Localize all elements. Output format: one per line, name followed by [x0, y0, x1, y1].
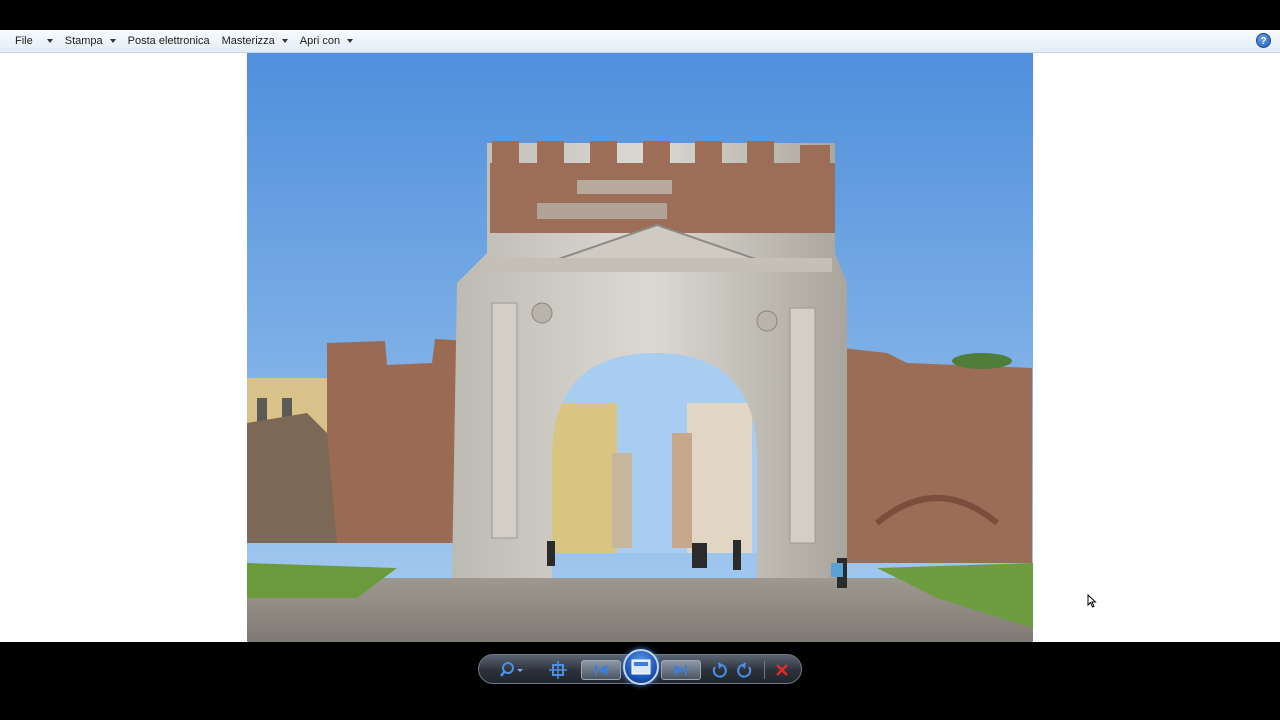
- rotate-clockwise-button[interactable]: [734, 659, 756, 681]
- email-button-label: Posta elettronica: [127, 35, 210, 47]
- fit-window-icon: [549, 661, 567, 679]
- rotate-counterclockwise-button[interactable]: [708, 659, 730, 681]
- zoom-button[interactable]: [499, 659, 525, 681]
- chevron-down-icon: [281, 39, 288, 43]
- mouse-pointer-icon: [1087, 593, 1097, 613]
- help-icon[interactable]: ?: [1256, 33, 1271, 48]
- arch-photo-illustration: [247, 53, 1033, 642]
- previous-button[interactable]: [581, 660, 621, 680]
- email-button[interactable]: Posta elettronica: [122, 30, 216, 52]
- viewer-control-bar: [0, 642, 1280, 720]
- burn-menu-label: Masterizza: [221, 35, 275, 47]
- chevron-down-icon: [347, 39, 354, 43]
- delete-x-icon: [776, 664, 788, 676]
- open-with-menu[interactable]: Apri con: [294, 30, 359, 52]
- chevron-down-icon: [109, 39, 116, 43]
- open-with-menu-label: Apri con: [299, 35, 341, 47]
- slideshow-button[interactable]: [623, 649, 659, 685]
- next-icon: [675, 665, 687, 675]
- print-menu[interactable]: Stampa: [59, 30, 122, 52]
- playback-controls: [478, 649, 802, 685]
- magnifier-icon: [500, 662, 523, 677]
- file-menu[interactable]: File: [9, 30, 59, 52]
- file-menu-label: File: [15, 35, 33, 47]
- slideshow-icon: [631, 659, 651, 675]
- controls-divider: [764, 661, 765, 679]
- rotate-counterclockwise-icon: [712, 662, 727, 678]
- image-viewer-area: [0, 53, 1280, 642]
- menu-bar: File Stampa Posta elettronica Masterizza…: [0, 30, 1280, 53]
- chevron-down-icon: [46, 39, 53, 43]
- next-button[interactable]: [661, 660, 701, 680]
- burn-menu[interactable]: Masterizza: [216, 30, 294, 52]
- previous-icon: [595, 665, 607, 675]
- delete-button[interactable]: [771, 659, 793, 681]
- displayed-photo: [247, 53, 1033, 642]
- window-titlebar: [0, 0, 1280, 30]
- actual-size-button[interactable]: [547, 659, 569, 681]
- print-menu-label: Stampa: [64, 35, 103, 47]
- rotate-clockwise-icon: [737, 662, 752, 678]
